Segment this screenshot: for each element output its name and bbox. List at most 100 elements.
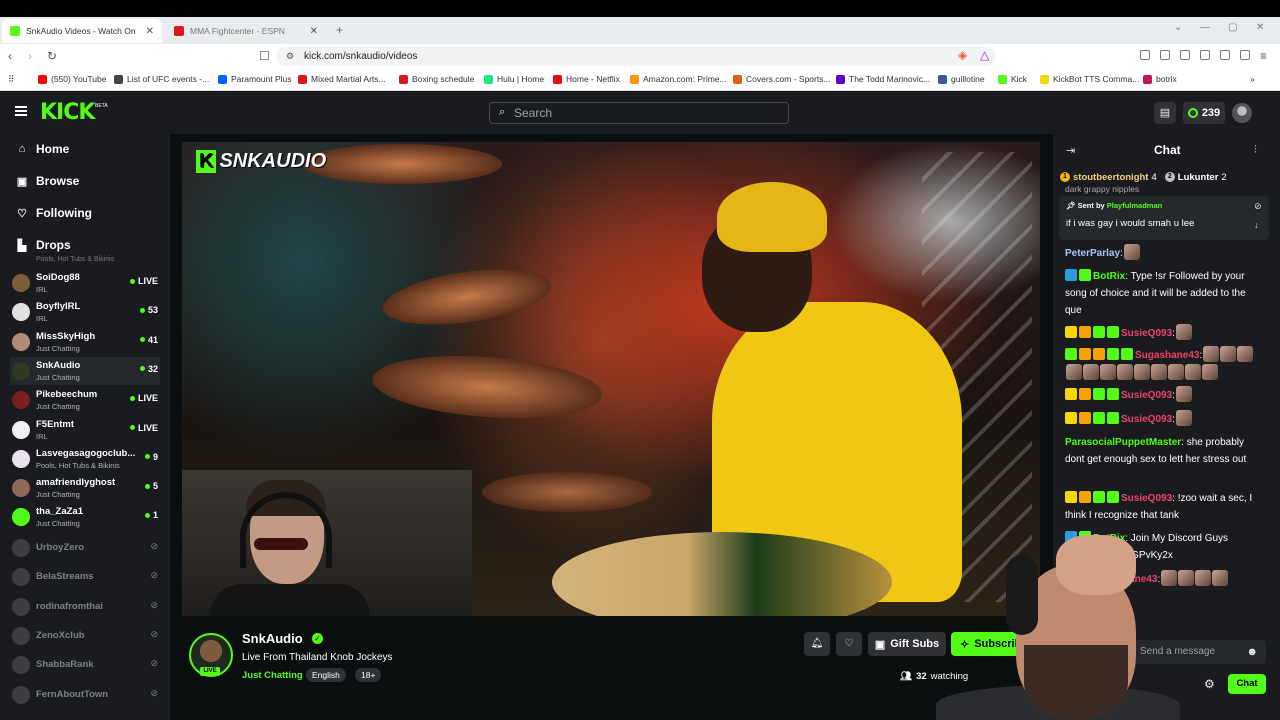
expand-pin-icon[interactable]: ↓ <box>1254 220 1259 230</box>
user-avatar[interactable] <box>1232 103 1252 123</box>
sidebar-nav-following[interactable]: ♡ Following <box>16 206 92 220</box>
sidebar-offline-channel[interactable]: ZenoXclub ⊘ <box>10 625 160 647</box>
sidebar-channel[interactable]: tha_ZaZa1 Just Chatting 1 <box>10 503 160 531</box>
bookmark-item[interactable]: Boxing schedule <box>399 74 474 84</box>
minimize-icon[interactable]: — <box>1200 22 1210 33</box>
emoji-icon[interactable]: ☻ <box>1246 640 1258 664</box>
wallet-icon[interactable] <box>1200 50 1210 60</box>
points-button[interactable]: 239 <box>1183 102 1225 124</box>
bookmark-item[interactable]: Covers.com - Sports... <box>733 74 831 84</box>
sidebar-channel[interactable]: SoiDog88 IRL LIVE <box>10 269 160 297</box>
chevron-down-icon[interactable]: ⌄ <box>1174 22 1182 33</box>
url-bar[interactable]: ⚙ kick.com/snkaudio/videos <box>276 47 996 66</box>
close-tab-icon[interactable]: ✕ <box>310 26 318 37</box>
sidebar-nav-home[interactable]: ⌂ Home <box>16 142 70 156</box>
browser-tab-active[interactable]: SnkAudio Videos - Watch On ✕ <box>2 19 162 43</box>
forward-icon[interactable]: › <box>28 49 32 63</box>
chat-message: ParasocialPuppetMaster: she probably don… <box>1065 437 1247 465</box>
chat-message: BotRix: Type !sr Followed by your song o… <box>1065 269 1246 316</box>
search-icon: ⌕ <box>499 106 506 118</box>
apps-icon[interactable]: ⠿ <box>8 74 14 85</box>
chat-username[interactable]: PeterParlay <box>1065 248 1120 259</box>
vpn-icon[interactable] <box>1240 50 1250 60</box>
stream-category[interactable]: Just Chatting <box>242 670 303 681</box>
sidebar-offline-channel[interactable]: BelaStreams ⊘ <box>10 566 160 588</box>
bookmark-label: List of UFC events -... <box>127 74 210 84</box>
bookmark-item[interactable]: Hulu | Home <box>484 74 544 84</box>
brave-shield-icon[interactable]: ◈ <box>958 48 967 62</box>
unpin-icon[interactable]: ⊘ <box>1254 201 1262 212</box>
brave-rewards-icon[interactable]: △ <box>980 48 989 62</box>
gift-subs-button[interactable]: ▣ Gift Subs <box>868 632 946 656</box>
leo-icon[interactable] <box>1220 50 1230 60</box>
bookmark-item[interactable]: Paramount Plus <box>218 74 291 84</box>
sidebar-offline-channel[interactable]: ShabbaRank ⊘ <box>10 654 160 676</box>
extensions-icon[interactable] <box>1140 50 1150 60</box>
collapse-chat-icon[interactable]: ⇥ <box>1066 144 1075 157</box>
gear-icon[interactable]: ⚙ <box>1204 677 1215 691</box>
media-icon[interactable] <box>1160 50 1170 60</box>
search-input[interactable]: ⌕ Search <box>489 102 789 124</box>
bookmark-item[interactable]: Home - Netflix <box>553 74 620 84</box>
chat-username[interactable]: SusieQ093 <box>1121 493 1172 504</box>
channel-avatar <box>12 685 30 704</box>
bookmark-item[interactable]: KickBot TTS Comma... <box>1040 74 1139 84</box>
sidebar-icon[interactable] <box>1180 50 1190 60</box>
sidebar-channel[interactable]: Lasvegasagogoclub... Pools, Hot Tubs & Bi… <box>10 445 160 473</box>
bookmark-item[interactable]: botrix <box>1143 74 1177 84</box>
sidebar-nav-browse[interactable]: ▣ Browse <box>16 174 80 188</box>
menu-icon[interactable]: ≡ <box>1260 49 1267 63</box>
gifter-2[interactable]: 2 Lukunter 2 <box>1164 172 1227 183</box>
viewer-count: 1 <box>144 510 158 520</box>
sidebar-nav-drops[interactable]: ▙ Drops <box>16 238 71 252</box>
chat-username[interactable]: SusieQ093 <box>1121 414 1172 425</box>
channel-name[interactable]: SnkAudio <box>242 631 303 646</box>
chat-username[interactable]: SusieQ093 <box>1121 390 1172 401</box>
tag-age[interactable]: 18+ <box>355 668 382 682</box>
bookmark-item[interactable]: Amazon.com: Prime... <box>630 74 727 84</box>
chat-username[interactable]: Sugashane43 <box>1135 350 1199 361</box>
close-tab-icon[interactable]: ✕ <box>146 26 154 37</box>
sidebar-offline-channel[interactable]: FernAboutTown ⊘ <box>10 684 160 706</box>
bell-icon[interactable]: 🔔︎ <box>804 632 830 656</box>
sidebar-channel[interactable]: MissSkyHigh Just Chatting 41 <box>10 328 160 356</box>
bookmark-label: Paramount Plus <box>231 74 292 84</box>
bookmark-item[interactable]: guillotine <box>938 74 985 84</box>
kick-logo[interactable]: KICK <box>40 100 95 125</box>
sidebar-offline-channel[interactable]: UrboyZero ⊘ <box>10 537 160 559</box>
sidebar-channel[interactable]: amafriendlyghost Just Chatting 5 <box>10 474 160 502</box>
chat-username[interactable]: SusieQ093 <box>1121 328 1172 339</box>
browser-tab[interactable]: MMA Fightcenter - ESPN ✕ <box>166 19 326 43</box>
sidebar-channel[interactable]: F5Entmt IRL LIVE <box>10 416 160 444</box>
bookmark-item[interactable]: The Todd Marinovic... <box>836 74 930 84</box>
more-bookmarks-icon[interactable]: » <box>1250 74 1255 84</box>
layout-toggle-icon[interactable]: ▤ <box>1154 102 1176 124</box>
maximize-icon[interactable]: ▢ <box>1228 22 1237 33</box>
channel-name: SoiDog88 <box>36 272 80 283</box>
viewer-count: LIVE <box>129 393 158 403</box>
close-window-icon[interactable]: ✕ <box>1256 22 1264 33</box>
sidebar-channel[interactable]: Pikebeechum Just Chatting LIVE <box>10 386 160 414</box>
bookmark-item[interactable]: Mixed Martial Arts... <box>298 74 386 84</box>
bookmark-item[interactable]: List of UFC events -... <box>114 74 209 84</box>
sidebar-offline-channel[interactable]: rodinafromthai ⊘ <box>10 596 160 618</box>
hamburger-menu-icon[interactable] <box>15 106 27 116</box>
new-tab-button[interactable]: + <box>336 23 343 37</box>
bookmark-item[interactable]: Kick <box>998 74 1027 84</box>
gifter-1[interactable]: 1 stoutbeertonight 4 <box>1060 172 1157 183</box>
back-icon[interactable]: ‹ <box>8 49 12 63</box>
tag-language[interactable]: English <box>306 668 346 682</box>
sidebar-channel[interactable]: SnkAudio Just Chatting 32 <box>10 356 160 385</box>
chat-users-icon[interactable]: ⫶ <box>1254 144 1257 157</box>
bookmark-favicon-icon <box>998 74 1007 84</box>
chat-username[interactable]: ParasocialPuppetMaster <box>1065 437 1181 448</box>
bookmark-icon[interactable]: ☐ <box>259 49 270 63</box>
chat-username[interactable]: BotRix <box>1093 271 1125 282</box>
site-info-icon[interactable]: ⚙ <box>286 51 294 62</box>
send-chat-button[interactable]: Chat <box>1228 674 1266 694</box>
bookmark-item[interactable]: (550) YouTube <box>38 74 106 84</box>
points-icon <box>1187 108 1198 118</box>
sidebar-channel[interactable]: BoyflyIRL IRL 53 <box>10 298 160 326</box>
reload-icon[interactable]: ↻ <box>47 49 57 63</box>
follow-heart-icon[interactable]: ♡ <box>836 632 862 656</box>
